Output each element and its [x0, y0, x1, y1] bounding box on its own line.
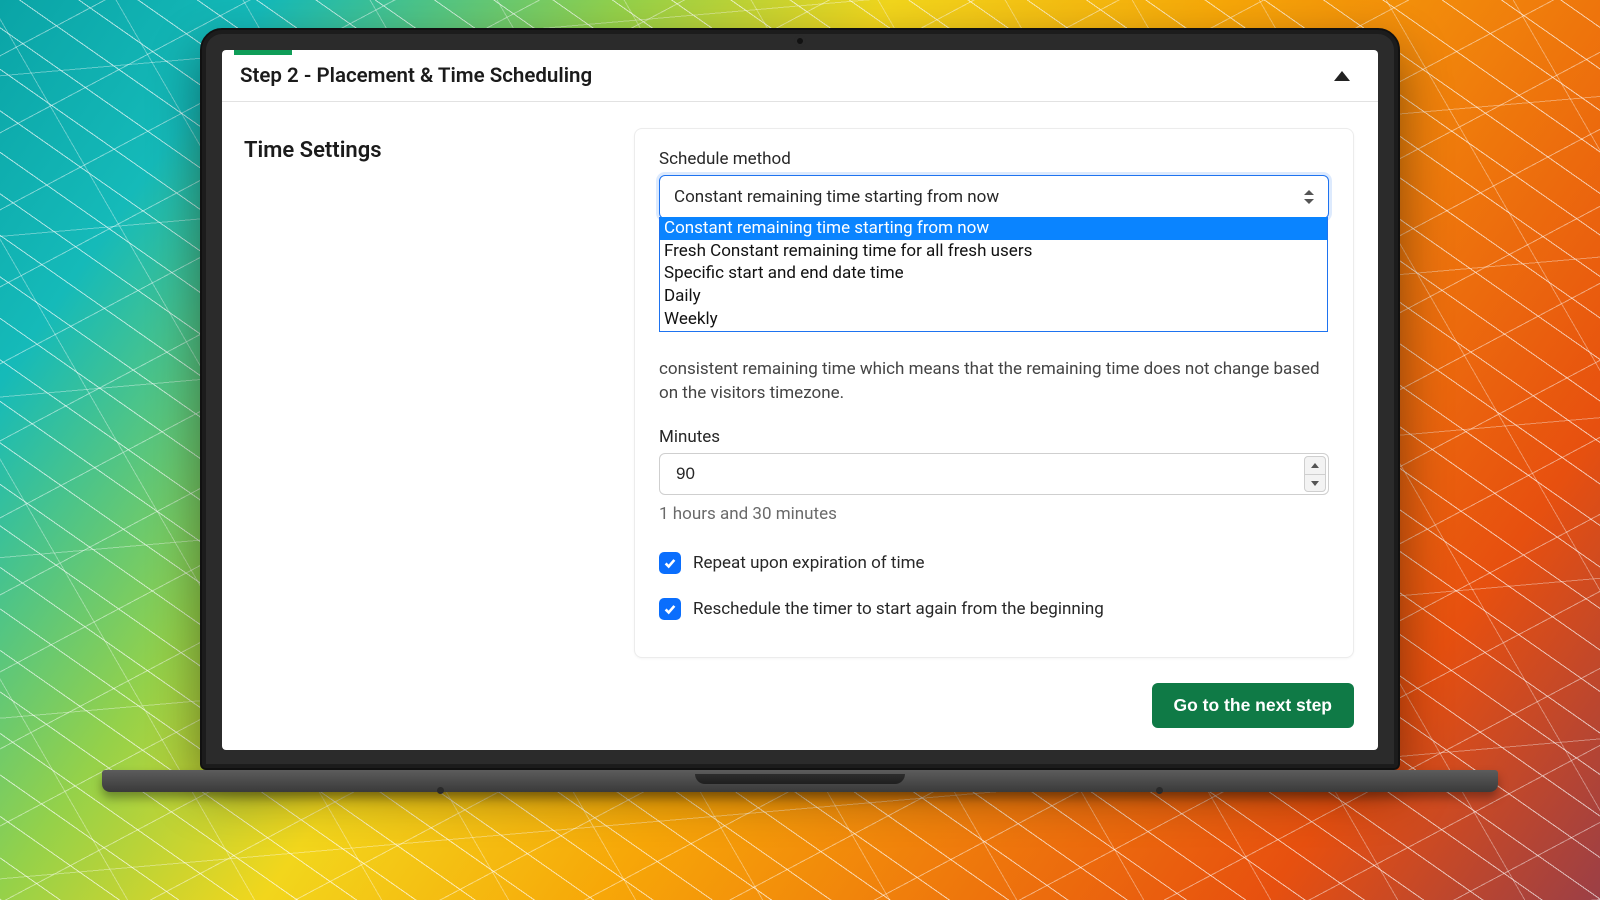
- minutes-block: Minutes 1 hours and 30 minutes: [659, 427, 1329, 524]
- step-up-icon[interactable]: [1305, 457, 1325, 474]
- help-text: consistent remaining time which means th…: [659, 357, 1329, 405]
- repeat-row: Repeat upon expiration of time: [659, 552, 1329, 574]
- updown-icon: [1304, 190, 1314, 204]
- schedule-method-select[interactable]: Constant remaining time starting from no…: [659, 175, 1329, 219]
- repeat-checkbox[interactable]: [659, 552, 681, 574]
- dropdown-option[interactable]: Constant remaining time starting from no…: [660, 217, 1327, 240]
- left-column: Time Settings: [244, 128, 604, 728]
- dropdown-option[interactable]: Daily: [660, 285, 1327, 308]
- section-title: Time Settings: [244, 138, 604, 163]
- go-next-button[interactable]: Go to the next step: [1152, 683, 1354, 728]
- step-down-icon[interactable]: [1305, 474, 1325, 492]
- camera-dot: [797, 38, 803, 44]
- laptop-hinge: [102, 770, 1498, 792]
- panel-body: Time Settings Schedule method Constant r…: [222, 102, 1378, 750]
- dropdown-option[interactable]: Weekly: [660, 308, 1327, 331]
- minutes-hint: 1 hours and 30 minutes: [659, 504, 1329, 524]
- screen-bezel: Step 2 - Placement & Time Scheduling Tim…: [200, 28, 1400, 770]
- minutes-label: Minutes: [659, 427, 1329, 447]
- settings-card: Schedule method Constant remaining time …: [634, 128, 1354, 658]
- check-icon: [663, 556, 677, 570]
- schedule-method-label: Schedule method: [659, 149, 1329, 169]
- minutes-input[interactable]: [659, 453, 1329, 495]
- app-screen: Step 2 - Placement & Time Scheduling Tim…: [222, 50, 1378, 750]
- reschedule-checkbox[interactable]: [659, 598, 681, 620]
- minutes-stepper[interactable]: [1304, 456, 1326, 492]
- dropdown-option[interactable]: Fresh Constant remaining time for all fr…: [660, 240, 1327, 263]
- panel-header[interactable]: Step 2 - Placement & Time Scheduling: [222, 50, 1378, 102]
- reschedule-label: Reschedule the timer to start again from…: [693, 599, 1104, 619]
- rubber-foot: [1156, 787, 1163, 794]
- panel-title: Step 2 - Placement & Time Scheduling: [240, 64, 592, 88]
- collapse-icon[interactable]: [1334, 71, 1350, 81]
- step-indicator: [234, 50, 292, 55]
- rubber-foot: [437, 787, 444, 794]
- schedule-method-value: Constant remaining time starting from no…: [674, 187, 999, 207]
- reschedule-row: Reschedule the timer to start again from…: [659, 598, 1329, 620]
- schedule-method-dropdown[interactable]: Constant remaining time starting from no…: [659, 217, 1328, 332]
- dropdown-option[interactable]: Specific start and end date time: [660, 262, 1327, 285]
- check-icon: [663, 602, 677, 616]
- repeat-label: Repeat upon expiration of time: [693, 553, 925, 573]
- laptop-frame: Step 2 - Placement & Time Scheduling Tim…: [200, 28, 1400, 792]
